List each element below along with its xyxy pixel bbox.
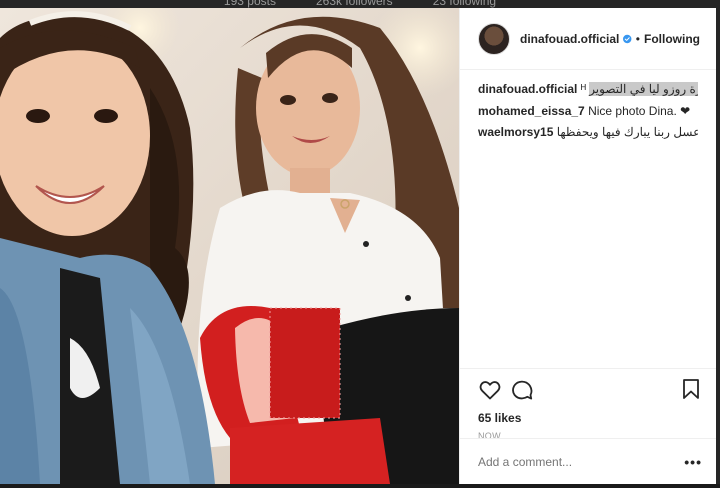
comment-bubble-icon[interactable] — [510, 378, 534, 402]
comment-text: Nice photo Dina. ❤ — [588, 103, 691, 118]
list-item: mohamed_eissa_7 Nice photo Dina. ❤ — [478, 102, 698, 121]
list-item: waelmorsy15 عسل ربنا يبارك فيها ويحفظها … — [478, 123, 698, 142]
comment-marker: ᴴ — [580, 82, 586, 96]
comment-username[interactable]: waelmorsy15 — [478, 125, 553, 139]
following-count[interactable]: 23 following — [433, 0, 496, 8]
comment-text: عسل ربنا يبارك فيها ويحفظها — [556, 125, 698, 140]
instagram-post-modal: 193 posts 263k followers 23 following di… — [0, 0, 720, 488]
profile-stats-strip: 193 posts 263k followers 23 following — [0, 0, 720, 8]
comment-input[interactable] — [478, 454, 685, 469]
comment-text: زيارة روزو ليا في التصوير — [589, 82, 698, 96]
comments-list: dinafouad.official ᴴ زيارة روزو ليا في ا… — [460, 70, 716, 368]
verified-badge-icon — [623, 34, 632, 43]
following-button[interactable]: Following — [644, 32, 700, 46]
action-icons — [478, 377, 700, 403]
header-separator: • — [635, 31, 640, 46]
post-photo[interactable] — [0, 8, 459, 484]
post-author-username[interactable]: dinafouad.official — [520, 32, 619, 46]
comment-username[interactable]: dinafouad.official — [478, 82, 577, 96]
post-header: dinafouad.official • Following — [460, 8, 716, 70]
list-item: dinafouad.official ᴴ زيارة روزو ليا في ا… — [478, 80, 698, 99]
bookmark-icon[interactable] — [680, 377, 702, 401]
likes-count[interactable]: 65 likes — [478, 411, 700, 425]
photo-illustration — [0, 8, 459, 484]
heart-icon[interactable] — [478, 378, 502, 402]
bottom-edge — [0, 484, 720, 488]
posts-count[interactable]: 193 posts — [224, 0, 276, 8]
more-options-icon[interactable]: ••• — [684, 454, 702, 470]
post-side-panel: dinafouad.official • Following dinafouad… — [459, 8, 716, 484]
add-comment-bar: ••• — [460, 438, 716, 484]
followers-count[interactable]: 263k followers — [316, 0, 393, 8]
avatar[interactable] — [478, 22, 510, 55]
comment-username[interactable]: mohamed_eissa_7 — [478, 104, 585, 118]
